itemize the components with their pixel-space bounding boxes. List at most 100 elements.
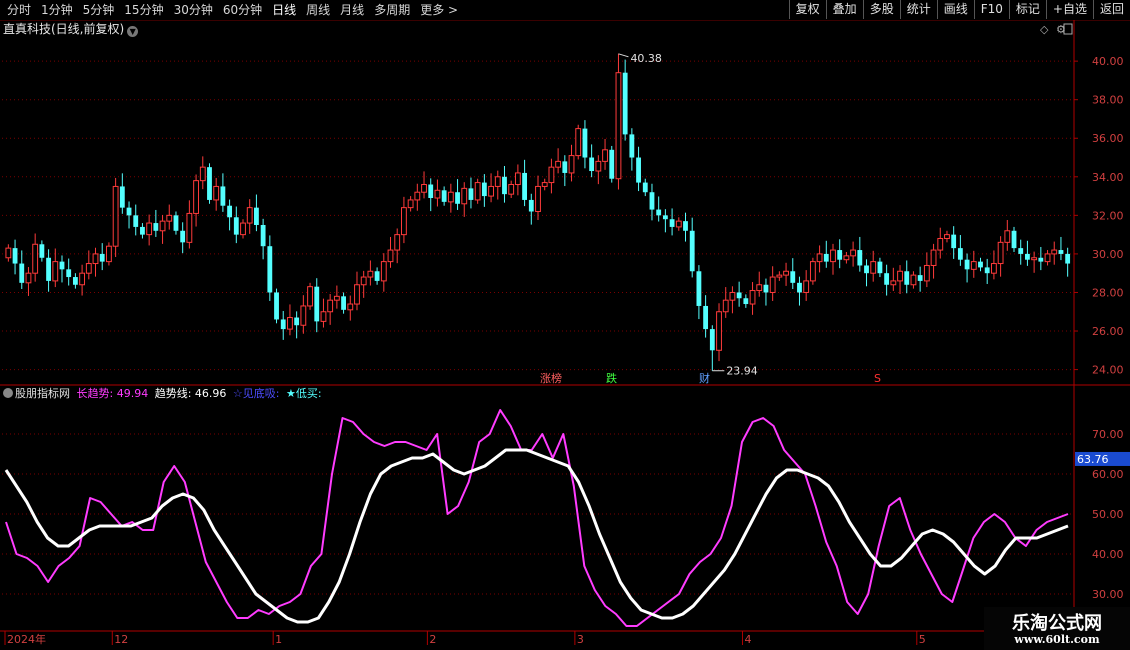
candle-down <box>703 305 709 330</box>
candle-up <box>615 72 622 180</box>
candle-up <box>146 222 153 236</box>
candle-up <box>769 276 776 293</box>
candle-up <box>246 207 253 224</box>
candle-up <box>400 207 407 236</box>
stock-chart[interactable]: 40.00 38.00 36.00 34.00 32.00 30.00 28.00 26.00… <box>0 0 1130 650</box>
candle-down <box>951 234 957 249</box>
indicator-tick-label: 40.00 <box>1092 548 1124 561</box>
diamond-icon: ◇ <box>1040 23 1049 36</box>
candle-down <box>19 263 25 283</box>
candle-down <box>126 207 132 216</box>
candle-up <box>749 290 756 305</box>
candle-up <box>722 299 729 313</box>
candle-down <box>669 219 675 227</box>
price-tick-label: 28.00 <box>1092 286 1124 299</box>
time-label: 2024年 <box>7 632 46 646</box>
candle-down <box>528 199 534 212</box>
candle-down <box>267 246 273 293</box>
candle-down <box>341 296 346 310</box>
candle-up <box>320 311 327 322</box>
candle-up <box>568 155 575 174</box>
time-label: 3 <box>577 633 584 646</box>
candle-down <box>837 250 843 260</box>
candle-up <box>555 160 562 168</box>
candle-up <box>944 234 950 239</box>
candle-up <box>474 182 481 201</box>
chevron-down-icon[interactable]: ▼ <box>127 26 139 37</box>
candle-up <box>890 280 897 286</box>
candle-down <box>1038 257 1044 262</box>
candle-up <box>5 247 12 259</box>
price-tick-label: 38.00 <box>1092 94 1124 107</box>
candle-up <box>159 220 166 232</box>
candle-down <box>609 149 615 179</box>
indicator-line-trend-line <box>4 448 1069 624</box>
price-tick-label: 34.00 <box>1092 171 1124 184</box>
candle-up <box>575 128 582 157</box>
candle-up <box>514 172 521 186</box>
price-tick-label: 36.00 <box>1092 132 1124 145</box>
candle-up <box>602 149 608 162</box>
candle-down <box>642 182 648 193</box>
price-tick-label: 26.00 <box>1092 325 1124 338</box>
candle-up <box>85 263 92 274</box>
candle-down <box>656 209 662 216</box>
candle-down <box>481 182 487 197</box>
candle-up <box>25 272 32 284</box>
candle-down <box>180 230 186 243</box>
high-annotation: 40.38 <box>630 52 662 65</box>
indicator-menu-icon[interactable] <box>3 388 13 398</box>
candle-down <box>683 221 688 231</box>
candle-down <box>562 161 568 173</box>
candle-up <box>783 270 789 276</box>
candle-up <box>1031 257 1038 261</box>
candle-up <box>199 166 206 182</box>
candle-down <box>1018 248 1024 254</box>
candle-up <box>870 261 877 274</box>
candle-up <box>166 214 173 222</box>
candle-down <box>374 271 380 281</box>
low-buy-label: ★低买: <box>285 387 322 400</box>
candle-down <box>140 226 145 235</box>
candle-down <box>254 207 259 225</box>
candle-down <box>119 186 125 208</box>
long-trend-label: 长趋势: 49.94 <box>76 387 149 400</box>
candle-down <box>227 205 233 218</box>
marker-die: 跌 <box>606 371 617 385</box>
candle-down <box>133 215 139 227</box>
candle-down <box>72 277 78 285</box>
candle-down <box>59 261 65 270</box>
candle-down <box>280 319 286 330</box>
candle-down <box>274 292 279 320</box>
candle-up <box>434 189 441 199</box>
candle-up <box>548 166 555 184</box>
candle-up <box>354 284 360 305</box>
candle-up <box>488 185 494 197</box>
candle-up <box>387 249 394 263</box>
candle-up <box>360 276 367 286</box>
indicator-line-long-trend <box>5 409 1069 627</box>
candle-down <box>1058 250 1064 254</box>
marker-cai: 财 <box>699 371 710 385</box>
candle-up <box>541 182 548 187</box>
candle-down <box>877 261 883 274</box>
candle-down <box>468 188 474 200</box>
candle-down <box>99 253 105 262</box>
low-annotation: 23.94 <box>726 365 758 378</box>
candle-down <box>857 250 863 266</box>
candle-up <box>937 237 944 251</box>
candle-down <box>984 267 990 274</box>
candle-down <box>46 257 51 281</box>
candle-down <box>12 248 18 264</box>
candle-down <box>696 271 702 306</box>
candle-up <box>407 199 414 209</box>
candle-up <box>997 241 1004 265</box>
candle-up <box>675 220 682 228</box>
candle-down <box>709 329 715 351</box>
candle-up <box>421 184 427 193</box>
candle-down <box>294 317 300 326</box>
candle-up <box>843 255 850 261</box>
candle-down <box>736 292 742 299</box>
candle-up <box>461 187 468 205</box>
candle-down <box>455 192 460 204</box>
